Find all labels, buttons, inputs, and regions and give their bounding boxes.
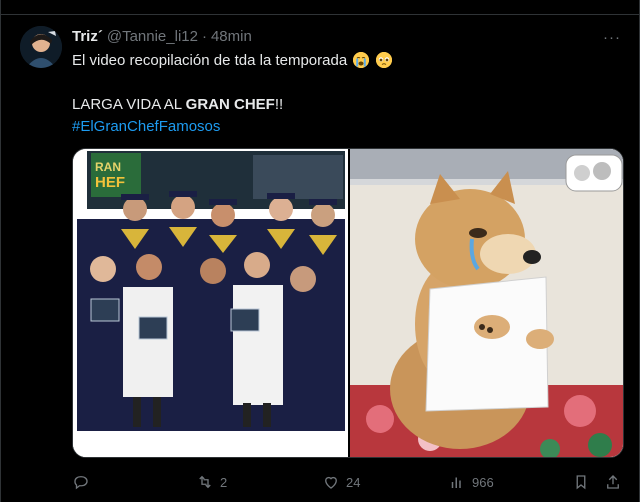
top-divider: [0, 14, 640, 15]
pleading-face-emoji-icon: [375, 52, 392, 68]
tweet-text-bold: GRAN CHEF: [185, 96, 275, 113]
svg-text:RAN: RAN: [95, 160, 121, 174]
views-count: 966: [472, 474, 494, 490]
retweet-count: 2: [220, 474, 228, 490]
separator-dot: ·: [201, 28, 207, 45]
more-options-button[interactable]: ···: [600, 27, 624, 47]
tweet-text-line-2: LARGA VIDA AL GRAN CHEF!!: [72, 96, 283, 113]
reply-icon: [74, 476, 88, 490]
tweet-text: El video recopilación de tda la temporad…: [72, 52, 348, 69]
action-bar: 2 24 966: [72, 470, 624, 494]
loudly-crying-face-emoji-icon: [353, 52, 370, 68]
avatar[interactable]: [20, 26, 62, 68]
graduation-photo[interactable]: RAN HEF: [73, 149, 348, 458]
more-icon: ···: [603, 28, 621, 46]
tweet-text-prefix: LARGA VIDA AL: [72, 96, 186, 113]
views-button[interactable]: 966: [448, 470, 494, 494]
heart-icon: [325, 476, 337, 489]
crying-doge-photo[interactable]: [350, 149, 624, 458]
retweet-icon: [199, 475, 211, 489]
timestamp[interactable]: 48min: [211, 28, 252, 45]
author-handle[interactable]: @Tannie_li12: [107, 28, 198, 45]
hashtag-link[interactable]: #ElGranChefFamosos: [72, 118, 220, 135]
like-button[interactable]: 24: [322, 470, 360, 494]
share-button[interactable]: [604, 470, 622, 494]
tweet-text-line-1: El video recopilación de tda la temporad…: [72, 52, 392, 69]
avatar-image: [20, 26, 62, 68]
tweet-text-suffix: !!: [274, 96, 284, 113]
retweet-button[interactable]: 2: [196, 470, 227, 494]
tweet-header: Triz´ @Tannie_li12 · 48min: [72, 28, 252, 48]
bookmark-button[interactable]: [572, 470, 590, 494]
like-count: 24: [346, 474, 361, 490]
author-name[interactable]: Triz´: [72, 28, 103, 45]
bookmark-icon: [576, 475, 586, 490]
reply-button[interactable]: [72, 470, 96, 494]
svg-text:HEF: HEF: [95, 174, 125, 191]
share-icon: [607, 475, 619, 489]
views-icon: [451, 477, 461, 488]
media-grid[interactable]: RAN HEF: [72, 148, 624, 458]
